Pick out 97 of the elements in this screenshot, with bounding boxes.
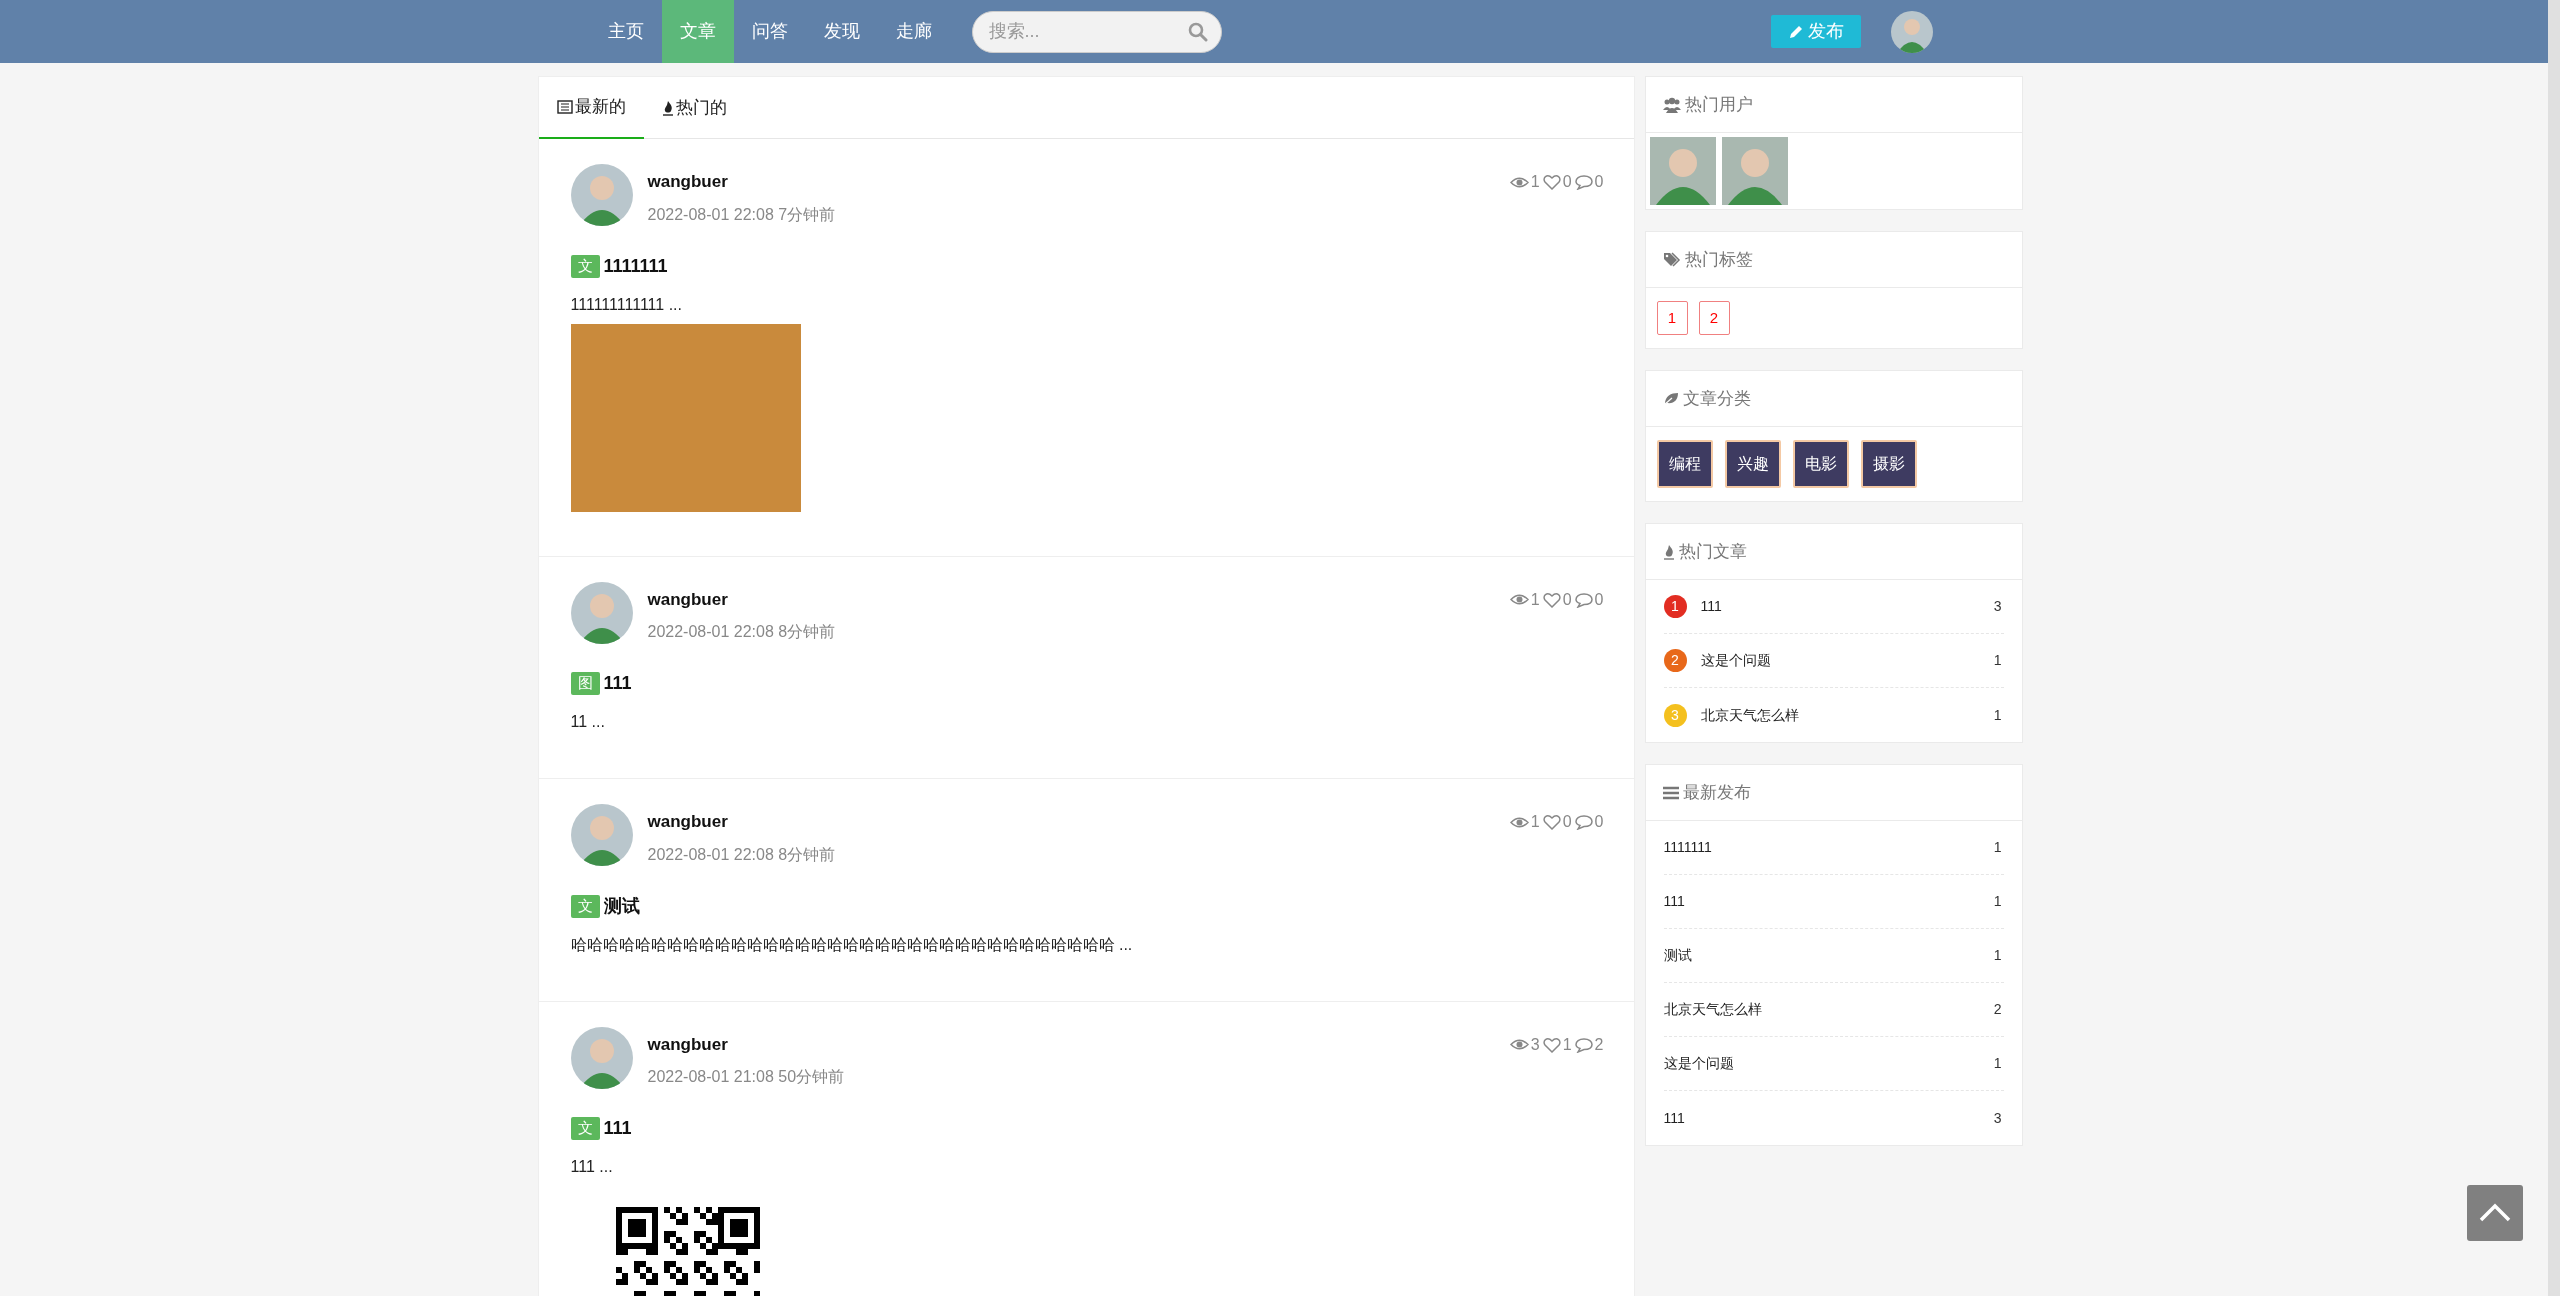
post-title[interactable]: 111: [603, 670, 632, 697]
comment-icon: [1574, 591, 1593, 608]
feed-tab[interactable]: 最新的: [538, 77, 644, 139]
post-title[interactable]: 1111111: [603, 252, 668, 280]
article-link[interactable]: 1111111: [1663, 837, 1712, 858]
article-link[interactable]: 111: [1663, 1107, 1685, 1129]
nav-link[interactable]: 问答: [733, 0, 806, 63]
article-count: 1: [1993, 946, 2003, 965]
heart-icon: [1542, 814, 1561, 830]
fire-icon: [661, 100, 674, 116]
article-link[interactable]: 测试: [1663, 945, 1692, 966]
post-type-badge: 文: [570, 1117, 600, 1140]
category-link[interactable]: 摄影: [1860, 440, 1917, 488]
eye-icon: [1509, 175, 1529, 189]
pencil-icon: [1787, 23, 1804, 40]
tag-link[interactable]: 2: [1698, 301, 1730, 335]
author-name[interactable]: wangbuer: [647, 809, 836, 835]
comment-icon: [1574, 814, 1593, 830]
article-link[interactable]: 111: [1700, 596, 1722, 617]
card-title: 热门文章: [1678, 540, 1747, 563]
back-to-top-button[interactable]: [2467, 1185, 2523, 1241]
post-summary: 11 ...: [570, 712, 606, 732]
post-summary: 111 ...: [570, 1157, 614, 1177]
category-link[interactable]: 兴趣: [1724, 440, 1781, 488]
fire-icon: [1662, 543, 1675, 560]
post-summary: 哈哈哈哈哈哈哈哈哈哈哈哈哈哈哈哈哈哈哈哈哈哈哈哈哈哈哈哈哈哈哈哈哈哈 ...: [570, 934, 1134, 955]
category-link[interactable]: 编程: [1656, 440, 1713, 488]
article-count: 1: [1993, 838, 2003, 857]
author-name[interactable]: wangbuer: [647, 586, 836, 612]
article-count: 3: [1993, 1108, 2003, 1128]
comment-icon: [1574, 174, 1593, 190]
like-count: 0: [1562, 812, 1572, 832]
eye-icon: [1509, 815, 1529, 829]
nav-link[interactable]: 走廊: [877, 0, 950, 63]
card-title: 热门标签: [1684, 248, 1753, 271]
leaf-icon: [1662, 391, 1679, 406]
eye-icon: [1509, 1038, 1529, 1051]
search-field[interactable]: 搜索...: [971, 10, 1222, 53]
view-count: 1: [1530, 172, 1540, 192]
heart-icon: [1542, 174, 1561, 190]
article-link[interactable]: 北京天气怎么样: [1663, 999, 1762, 1020]
rank-badge: 3: [1663, 703, 1687, 727]
view-count: 1: [1530, 812, 1540, 832]
nav-link[interactable]: 发现: [805, 0, 878, 63]
like-count: 0: [1562, 589, 1572, 610]
nav-link[interactable]: 主页: [589, 0, 662, 63]
rank-badge: 1: [1663, 595, 1687, 618]
like-count: 1: [1562, 1034, 1572, 1055]
article-link[interactable]: 北京天气怎么样: [1700, 704, 1799, 726]
post-title[interactable]: 测试: [603, 892, 640, 920]
comment-count: 0: [1594, 589, 1604, 610]
eye-icon: [1509, 593, 1529, 606]
comment-count: 2: [1594, 1034, 1604, 1055]
card-title: 最新发布: [1682, 781, 1751, 804]
like-count: 0: [1562, 172, 1572, 192]
author-name[interactable]: wangbuer: [647, 1031, 845, 1057]
user-photo[interactable]: [1721, 137, 1788, 205]
tags-icon: [1662, 251, 1681, 268]
author-name[interactable]: wangbuer: [647, 169, 836, 195]
article-link[interactable]: 这是个问题: [1700, 650, 1771, 671]
heart-icon: [1542, 1036, 1561, 1053]
post-time: 2022-08-01 22:08 8分钟前: [647, 844, 836, 865]
heart-icon: [1542, 591, 1561, 608]
post-time: 2022-08-01 21:08 50分钟前: [647, 1067, 845, 1087]
article-count: 2: [1993, 1000, 2003, 1019]
user-photo[interactable]: [1649, 137, 1716, 205]
tag-link[interactable]: 1: [1656, 301, 1688, 335]
post-title[interactable]: 111: [603, 1115, 632, 1142]
article-count: 1: [1993, 1054, 2003, 1073]
newspaper-icon: [556, 100, 573, 114]
card-title: 文章分类: [1682, 387, 1751, 410]
list-icon: [1662, 785, 1679, 800]
article-count: 3: [1993, 597, 2003, 616]
user-avatar[interactable]: [1890, 10, 1933, 53]
article-count: 1: [1993, 705, 2003, 725]
article-count: 1: [1993, 892, 2003, 911]
feed-tab[interactable]: 热门的: [643, 77, 745, 139]
comment-icon: [1574, 1036, 1593, 1053]
users-icon: [1662, 96, 1681, 113]
post-type-badge: 图: [570, 672, 600, 695]
category-link[interactable]: 电影: [1792, 440, 1849, 488]
post-type-badge: 文: [570, 254, 600, 278]
view-count: 1: [1530, 589, 1540, 610]
comment-count: 0: [1594, 812, 1604, 832]
article-link[interactable]: 111: [1663, 891, 1685, 912]
post-time: 2022-08-01 22:08 7分钟前: [647, 204, 836, 225]
card-title: 热门用户: [1684, 93, 1753, 116]
view-count: 3: [1530, 1034, 1540, 1055]
article-count: 1: [1993, 651, 2003, 670]
post-time: 2022-08-01 22:08 8分钟前: [647, 622, 836, 642]
article-link[interactable]: 这是个问题: [1663, 1053, 1734, 1074]
search-icon: [1187, 21, 1208, 42]
rank-badge: 2: [1663, 649, 1687, 672]
post-type-badge: 文: [570, 894, 600, 918]
chevron-up-icon: [2478, 1203, 2512, 1223]
post-summary: 111111111111 ...: [570, 294, 683, 315]
comment-count: 0: [1594, 172, 1604, 192]
